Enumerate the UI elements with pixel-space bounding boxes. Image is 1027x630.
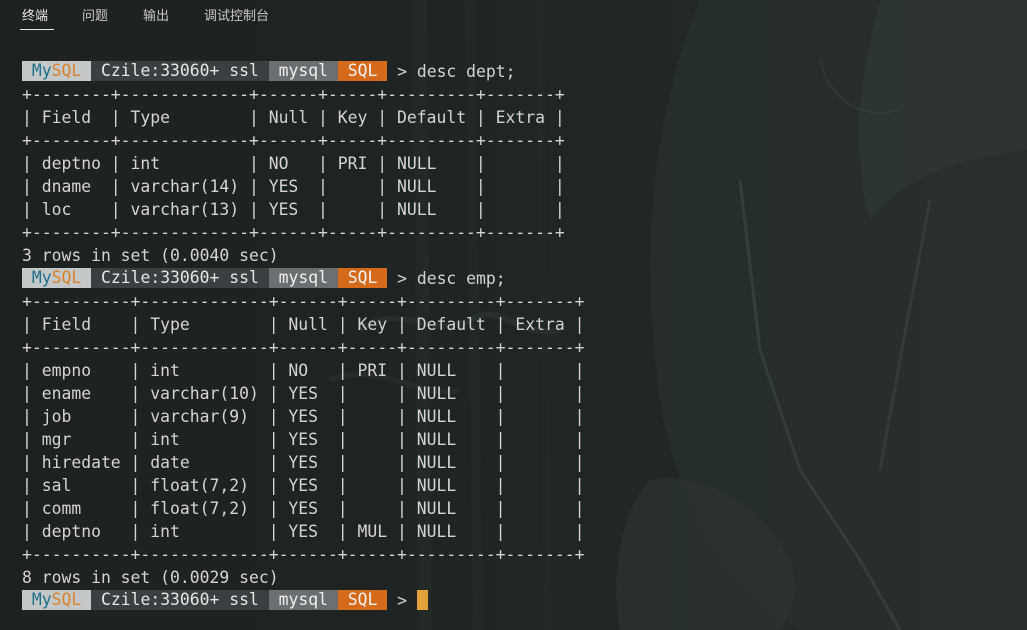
output-line: | job | varchar(9) | YES | | NULL | | xyxy=(22,407,585,426)
mysql-logo-my: My xyxy=(31,590,52,609)
output-line: | dname | varchar(14) | YES | | NULL | | xyxy=(22,177,565,196)
output-line: 3 rows in set (0.0040 sec) xyxy=(22,246,279,265)
panel-tab-bar: 终端 问题 输出 调试控制台 xyxy=(0,0,1027,36)
output-line: 8 rows in set (0.0029 sec) xyxy=(22,568,279,587)
tab-terminal[interactable]: 终端 xyxy=(22,8,48,26)
prompt-line: MySQL Czile:33060+ ssl mysql SQL > desc … xyxy=(22,267,506,290)
active-tab-indicator xyxy=(20,29,54,30)
prompt-arrow: > xyxy=(397,591,407,610)
language-mode-label: SQL xyxy=(347,268,378,287)
mysql-logo-sql: SQL xyxy=(51,61,82,80)
database-label: mysql xyxy=(278,61,328,80)
terminal-output[interactable]: MySQL Czile:33060+ ssl mysql SQL > desc … xyxy=(0,0,1027,630)
prompt-arrow: > xyxy=(397,269,407,288)
output-line: +----------+-------------+------+-----+-… xyxy=(22,545,585,564)
output-line: | mgr | int | YES | | NULL | | xyxy=(22,430,585,449)
mysql-logo-sql: SQL xyxy=(51,268,82,287)
mysql-logo-segment: MySQL xyxy=(22,61,92,81)
database-segment: mysql xyxy=(268,61,338,81)
output-line: +----------+-------------+------+-----+-… xyxy=(22,292,585,311)
output-line: | Field | Type | Null | Key | Default | … xyxy=(22,315,585,334)
host-label: Czile:33060+ ssl xyxy=(100,268,259,287)
output-line: +--------+-------------+------+-----+---… xyxy=(22,223,565,242)
output-line: | deptno | int | NO | PRI | NULL | | xyxy=(22,154,565,173)
mysql-logo-my: My xyxy=(31,61,52,80)
output-line: | empno | int | NO | PRI | NULL | | xyxy=(22,361,585,380)
database-segment: mysql xyxy=(268,590,338,610)
database-label: mysql xyxy=(278,268,328,287)
output-line: +--------+-------------+------+-----+---… xyxy=(22,131,565,150)
output-line: | comm | float(7,2) | YES | | NULL | | xyxy=(22,499,585,518)
command-text: desc dept; xyxy=(416,62,516,81)
language-mode-label: SQL xyxy=(347,590,378,609)
tab-output[interactable]: 输出 xyxy=(143,8,169,26)
tab-debug-console[interactable]: 调试控制台 xyxy=(204,8,269,26)
output-line: | ename | varchar(10) | YES | | NULL | | xyxy=(22,384,585,403)
language-mode-segment: SQL xyxy=(337,590,388,610)
prompt-arrow: > xyxy=(397,62,407,81)
text-cursor[interactable] xyxy=(416,590,428,610)
output-line: | loc | varchar(13) | YES | | NULL | | xyxy=(22,200,565,219)
prompt-line: MySQL Czile:33060+ ssl mysql SQL > xyxy=(22,589,428,612)
language-mode-segment: SQL xyxy=(337,61,388,81)
prompt-line: MySQL Czile:33060+ ssl mysql SQL > desc … xyxy=(22,60,516,83)
tab-problems[interactable]: 问题 xyxy=(82,8,108,26)
host-label: Czile:33060+ ssl xyxy=(100,590,259,609)
language-mode-label: SQL xyxy=(347,61,378,80)
mysql-logo-segment: MySQL xyxy=(22,268,92,288)
host-segment: Czile:33060+ ssl xyxy=(91,268,269,288)
database-segment: mysql xyxy=(268,268,338,288)
mysql-logo-segment: MySQL xyxy=(22,590,92,610)
output-line: | hiredate | date | YES | | NULL | | xyxy=(22,453,585,472)
host-segment: Czile:33060+ ssl xyxy=(91,590,269,610)
mysql-logo-my: My xyxy=(31,268,52,287)
database-label: mysql xyxy=(278,590,328,609)
output-line: +--------+-------------+------+-----+---… xyxy=(22,85,565,104)
output-line: | deptno | int | YES | MUL | NULL | | xyxy=(22,522,585,541)
host-label: Czile:33060+ ssl xyxy=(100,61,259,80)
output-line: +----------+-------------+------+-----+-… xyxy=(22,338,585,357)
language-mode-segment: SQL xyxy=(337,268,388,288)
host-segment: Czile:33060+ ssl xyxy=(91,61,269,81)
output-line: | sal | float(7,2) | YES | | NULL | | xyxy=(22,476,585,495)
command-text: desc emp; xyxy=(416,269,506,288)
output-line: | Field | Type | Null | Key | Default | … xyxy=(22,108,565,127)
mysql-logo-sql: SQL xyxy=(51,590,82,609)
